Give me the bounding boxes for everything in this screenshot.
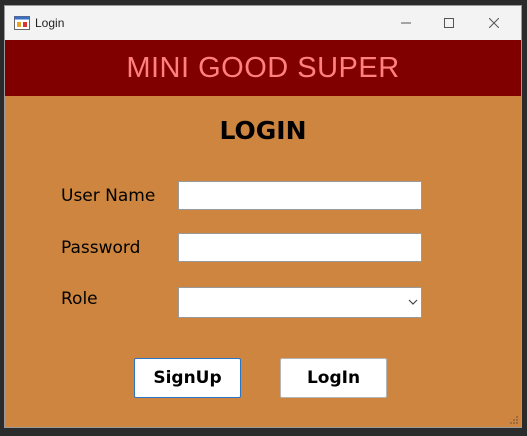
app-icon	[14, 16, 30, 30]
login-button[interactable]: LogIn	[280, 358, 387, 398]
login-heading: LOGIN	[219, 116, 307, 145]
window-title: Login	[35, 16, 65, 30]
password-input[interactable]	[178, 233, 422, 262]
signup-button[interactable]: SignUp	[134, 358, 241, 398]
role-label: Role	[61, 289, 98, 309]
role-select[interactable]	[178, 287, 422, 318]
title-bar[interactable]: Login	[5, 6, 521, 40]
username-label: User Name	[61, 186, 156, 206]
chevron-down-icon	[408, 299, 418, 305]
close-button[interactable]	[471, 6, 517, 40]
password-label: Password	[61, 238, 141, 258]
resize-grip-icon[interactable]	[509, 415, 519, 425]
minimize-icon	[401, 22, 411, 24]
login-window: Login MINI GOOD SUPER LOGIN User Name Pa…	[4, 5, 522, 428]
maximize-button[interactable]	[426, 6, 472, 40]
store-name: MINI GOOD SUPER	[126, 51, 400, 84]
close-icon	[489, 18, 499, 28]
maximize-icon	[444, 18, 454, 28]
minimize-button[interactable]	[383, 6, 429, 40]
username-input[interactable]	[178, 181, 422, 210]
store-banner: MINI GOOD SUPER	[5, 40, 521, 96]
